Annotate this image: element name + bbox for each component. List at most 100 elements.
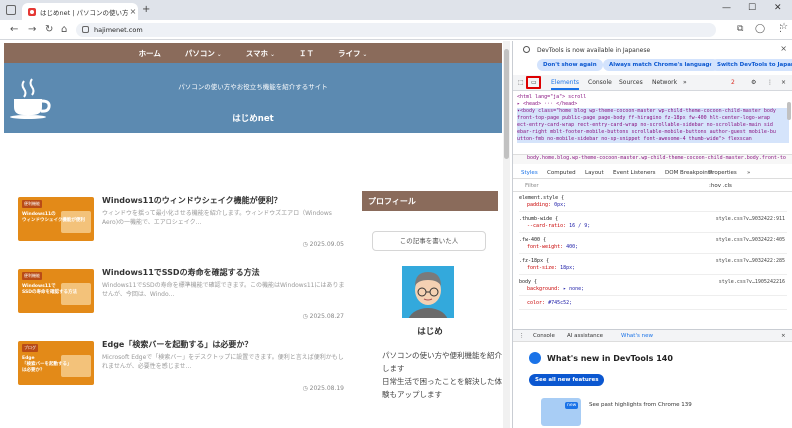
see-all-features-button[interactable]: See all new features	[529, 374, 605, 386]
css-value: 0px;	[554, 202, 567, 208]
nav-item[interactable]: ホーム	[139, 48, 161, 59]
css-declaration[interactable]: font-weight: 400;	[519, 244, 787, 251]
global-nav: ホーム パソコン ⌄ スマホ ⌄ ＩＴ ライフ ⌄	[4, 43, 502, 63]
css-source-link[interactable]: style.css?v…1905242216	[719, 279, 785, 286]
notice-close-icon[interactable]: ×	[780, 44, 787, 53]
forward-icon[interactable]: →	[28, 24, 36, 35]
drawer-tab-whats-new[interactable]: What's new	[621, 333, 653, 339]
post-thumbnail[interactable]: 便利機能 Windows11の ウィンドウシェイク機能が便利	[18, 197, 94, 241]
nav-item[interactable]: スマホ ⌄	[246, 48, 275, 59]
css-rule[interactable]: .fz-18px {font-size: 18px; style.css?v…90…	[519, 258, 787, 275]
css-source-link[interactable]: style.css?v…9032422:285	[716, 258, 785, 265]
dom-node-line[interactable]: ebar-right mblt-footer-mobile-buttons sc…	[517, 129, 789, 136]
error-count-badge[interactable]: 2	[731, 79, 735, 86]
more-tabs-button[interactable]: »	[683, 79, 687, 86]
css-rule[interactable]: .thumb-wide {--card-ratio: 16 / 9; style.…	[519, 216, 787, 233]
nav-item[interactable]: パソコン ⌄	[185, 48, 222, 59]
post-card[interactable]: 便利機能 Windows11の ウィンドウシェイク機能が便利 Windows11のウィ…	[18, 191, 344, 257]
devtools-menu-icon[interactable]: ⋮	[767, 79, 773, 86]
clock-icon: ◷	[302, 385, 310, 392]
post-thumbnail[interactable]: ブログ Edge 「検索バーを起動する」 は必要か？	[18, 341, 94, 385]
css-source-link[interactable]: style.css?v…9032422:405	[716, 237, 785, 244]
minimize-button[interactable]: —	[722, 3, 731, 13]
drawer-tab-console[interactable]: Console	[533, 333, 555, 339]
page-scroll-thumb[interactable]	[504, 49, 509, 159]
drawer-tab-ai-assistance[interactable]: AI assistance	[567, 333, 603, 339]
css-property: font-weight:	[527, 244, 567, 250]
drawer-menu-icon[interactable]: ⋮	[519, 333, 525, 339]
post-card[interactable]: ブログ Edge 「検索バーを起動する」 は必要か？ Edge「検索バーを起動する」は必…	[18, 335, 344, 401]
css-rule[interactable]: color: #745c52;	[519, 300, 787, 310]
chevron-down-icon: ⌄	[268, 50, 275, 58]
tab-network[interactable]: Network	[652, 79, 677, 86]
css-declaration[interactable]: color: #745c52;	[519, 300, 787, 307]
inspect-element-icon[interactable]: ⬚	[518, 79, 524, 86]
close-devtools-icon[interactable]: ×	[781, 79, 786, 86]
styles-tab[interactable]: Event Listeners	[613, 170, 656, 176]
styles-filter[interactable]: Filter :hov .cls	[513, 180, 792, 192]
css-declaration[interactable]: background: ▸ none;	[519, 286, 787, 293]
css-source-link[interactable]: style.css?v…9032422:911	[716, 216, 785, 223]
nav-item[interactable]: ＩＴ	[299, 48, 314, 59]
dom-node-line[interactable]: ect-entry-card-wrap rect-entry-card-wrap…	[517, 122, 789, 129]
site-header[interactable]: パソコンの使い方やお役立ち機能を紹介するサイト はじめnet	[4, 63, 502, 133]
close-drawer-icon[interactable]: ×	[781, 333, 786, 339]
styles-pane[interactable]: element.style {padding: 0px; .thumb-wide …	[513, 193, 792, 329]
dont-show-again-button[interactable]: Don't show again	[537, 59, 603, 71]
new-tab-button[interactable]: +	[142, 4, 150, 15]
styles-tab[interactable]: Styles	[521, 170, 538, 176]
post-excerpt: Windows11でSSDの寿命を標準機能で確認できます。この機能はWindow…	[102, 282, 345, 298]
css-rule[interactable]: .fw-400 {font-weight: 400; style.css?v…90…	[519, 237, 787, 254]
post-card[interactable]: 便利機能 Windows11で SSDの寿命を確認する方法 Windows11でSSD…	[18, 263, 344, 329]
back-icon[interactable]: ←	[10, 24, 18, 35]
address-bar[interactable]: hajimenet.com ☆	[76, 22, 788, 37]
chrome-menu-icon[interactable]: ⋮	[776, 24, 785, 34]
dom-node-line[interactable]: <html lang="ja"> scroll	[517, 94, 789, 101]
hov-cls-toggles[interactable]: :hov .cls	[709, 183, 732, 189]
tab-console[interactable]: Console	[588, 79, 612, 86]
close-window-button[interactable]: ✕	[774, 3, 782, 13]
devtools-drawer: ⋮ Console AI assistance What's new × Wha…	[513, 329, 792, 428]
tab-elements[interactable]: Elements	[551, 79, 579, 90]
css-declaration[interactable]: --card-ratio: 16 / 9;	[519, 223, 787, 230]
elements-tree[interactable]: <html lang="ja"> scroll ▸ <head> ··· </he…	[513, 92, 792, 162]
settings-gear-icon[interactable]: ⚙	[751, 79, 756, 86]
css-rule[interactable]: body {background: ▸ none; style.css?v…190…	[519, 279, 787, 296]
css-declaration[interactable]: font-size: 18px;	[519, 265, 787, 272]
site-name[interactable]: はじめnet	[4, 112, 502, 124]
tab-close-icon[interactable]: ×	[128, 7, 138, 16]
maximize-button[interactable]: ☐	[748, 3, 756, 13]
profile-icon[interactable]: ◯	[755, 24, 765, 34]
css-declaration[interactable]: padding: 0px;	[519, 202, 787, 209]
post-title[interactable]: Windows11のウィンドウシェイク機能が便利？	[102, 195, 282, 206]
language-notice: DevTools is now available in Japanese × …	[513, 41, 792, 73]
tab-sources[interactable]: Sources	[619, 79, 643, 86]
nav-item[interactable]: ライフ ⌄	[338, 48, 367, 59]
extensions-icon[interactable]: ⧉	[737, 24, 743, 34]
past-highlights-link[interactable]: See past highlights from Chrome 139	[589, 402, 692, 408]
dom-node-line[interactable]: ▸ <head> ··· </head>	[517, 101, 789, 108]
styles-tab[interactable]: DOM Breakpoints	[665, 170, 713, 176]
dom-node-line[interactable]: utton-fmb no-mobile-sidebar no-sp-snippe…	[517, 136, 789, 143]
elements-scroll-thumb[interactable]	[787, 102, 791, 120]
css-rule[interactable]: element.style {padding: 0px;	[519, 195, 787, 212]
post-title[interactable]: Edge「検索バーを起動する」は必要か？	[102, 339, 252, 350]
home-icon[interactable]: ⌂	[61, 24, 67, 35]
elements-scrollbar[interactable]	[786, 92, 792, 152]
match-chrome-language-button[interactable]: Always match Chrome's language	[603, 59, 720, 71]
page-scrollbar[interactable]	[503, 41, 510, 428]
dom-node-line[interactable]: ▾<body class="home blog wp-theme-cocoon-…	[517, 108, 789, 115]
post-title[interactable]: Windows11でSSDの寿命を確認する方法	[102, 267, 260, 278]
styles-tab[interactable]: »	[747, 170, 750, 176]
styles-tab[interactable]: Properties	[709, 170, 737, 176]
browser-tab[interactable]: はじめnet | パソコンの使い方を紹介 ×	[22, 3, 138, 20]
site-info-icon[interactable]	[82, 26, 89, 33]
styles-tab[interactable]: Layout	[585, 170, 604, 176]
switch-to-japanese-button[interactable]: Switch DevTools to Japanese	[711, 59, 792, 71]
dom-breadcrumb[interactable]: body.home.blog.wp-theme-cocoon-master.wp…	[513, 154, 792, 164]
dom-node-line[interactable]: front-top-page public-page page-body ff-…	[517, 115, 789, 122]
styles-tab[interactable]: Computed	[547, 170, 576, 176]
reload-icon[interactable]: ↻	[45, 24, 53, 35]
tab-search-icon[interactable]	[6, 5, 16, 15]
post-thumbnail[interactable]: 便利機能 Windows11で SSDの寿命を確認する方法	[18, 269, 94, 313]
